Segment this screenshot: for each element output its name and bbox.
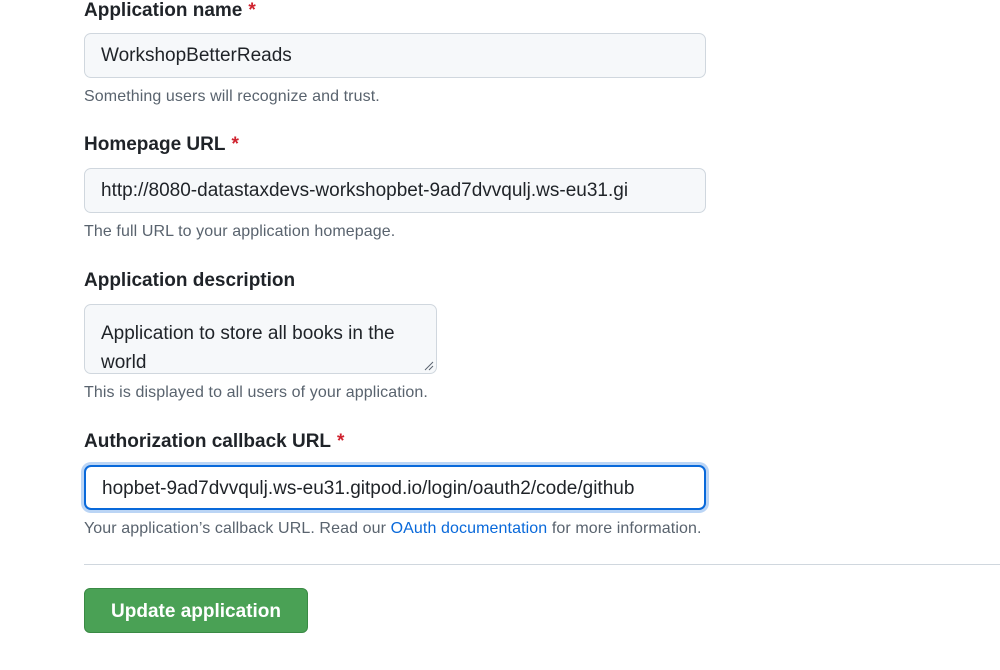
oauth-app-settings-form: Application name * WorkshopBetterReads So… [0,0,1000,670]
app-name-group: Application name * [84,0,256,22]
description-label: Application description [84,270,296,291]
required-mark: * [248,0,256,21]
required-mark: * [337,431,345,452]
homepage-url-label: Homepage URL * [84,134,239,155]
description-hint: This is displayed to all users of your a… [84,384,428,401]
update-application-button[interactable]: Update application [84,588,308,633]
callback-url-label: Authorization callback URL * [84,431,345,452]
description-textarea[interactable]: Application to store all books in the wo… [84,304,437,374]
app-name-input[interactable]: WorkshopBetterReads [84,33,706,78]
homepage-url-input[interactable]: http://8080-datastaxdevs-workshopbet-9ad… [84,168,706,213]
app-name-label: Application name * [84,0,256,21]
resize-grip-icon[interactable] [424,361,434,371]
divider [84,564,1000,565]
app-name-hint: Something users will recognize and trust… [84,88,380,105]
oauth-documentation-link[interactable]: OAuth documentation [391,520,548,537]
required-mark: * [231,134,239,155]
callback-url-hint: Your application’s callback URL. Read ou… [84,520,702,537]
callback-url-input[interactable]: hopbet-9ad7dvvqulj.ws-eu31.gitpod.io/log… [84,465,706,510]
homepage-url-hint: The full URL to your application homepag… [84,223,396,240]
